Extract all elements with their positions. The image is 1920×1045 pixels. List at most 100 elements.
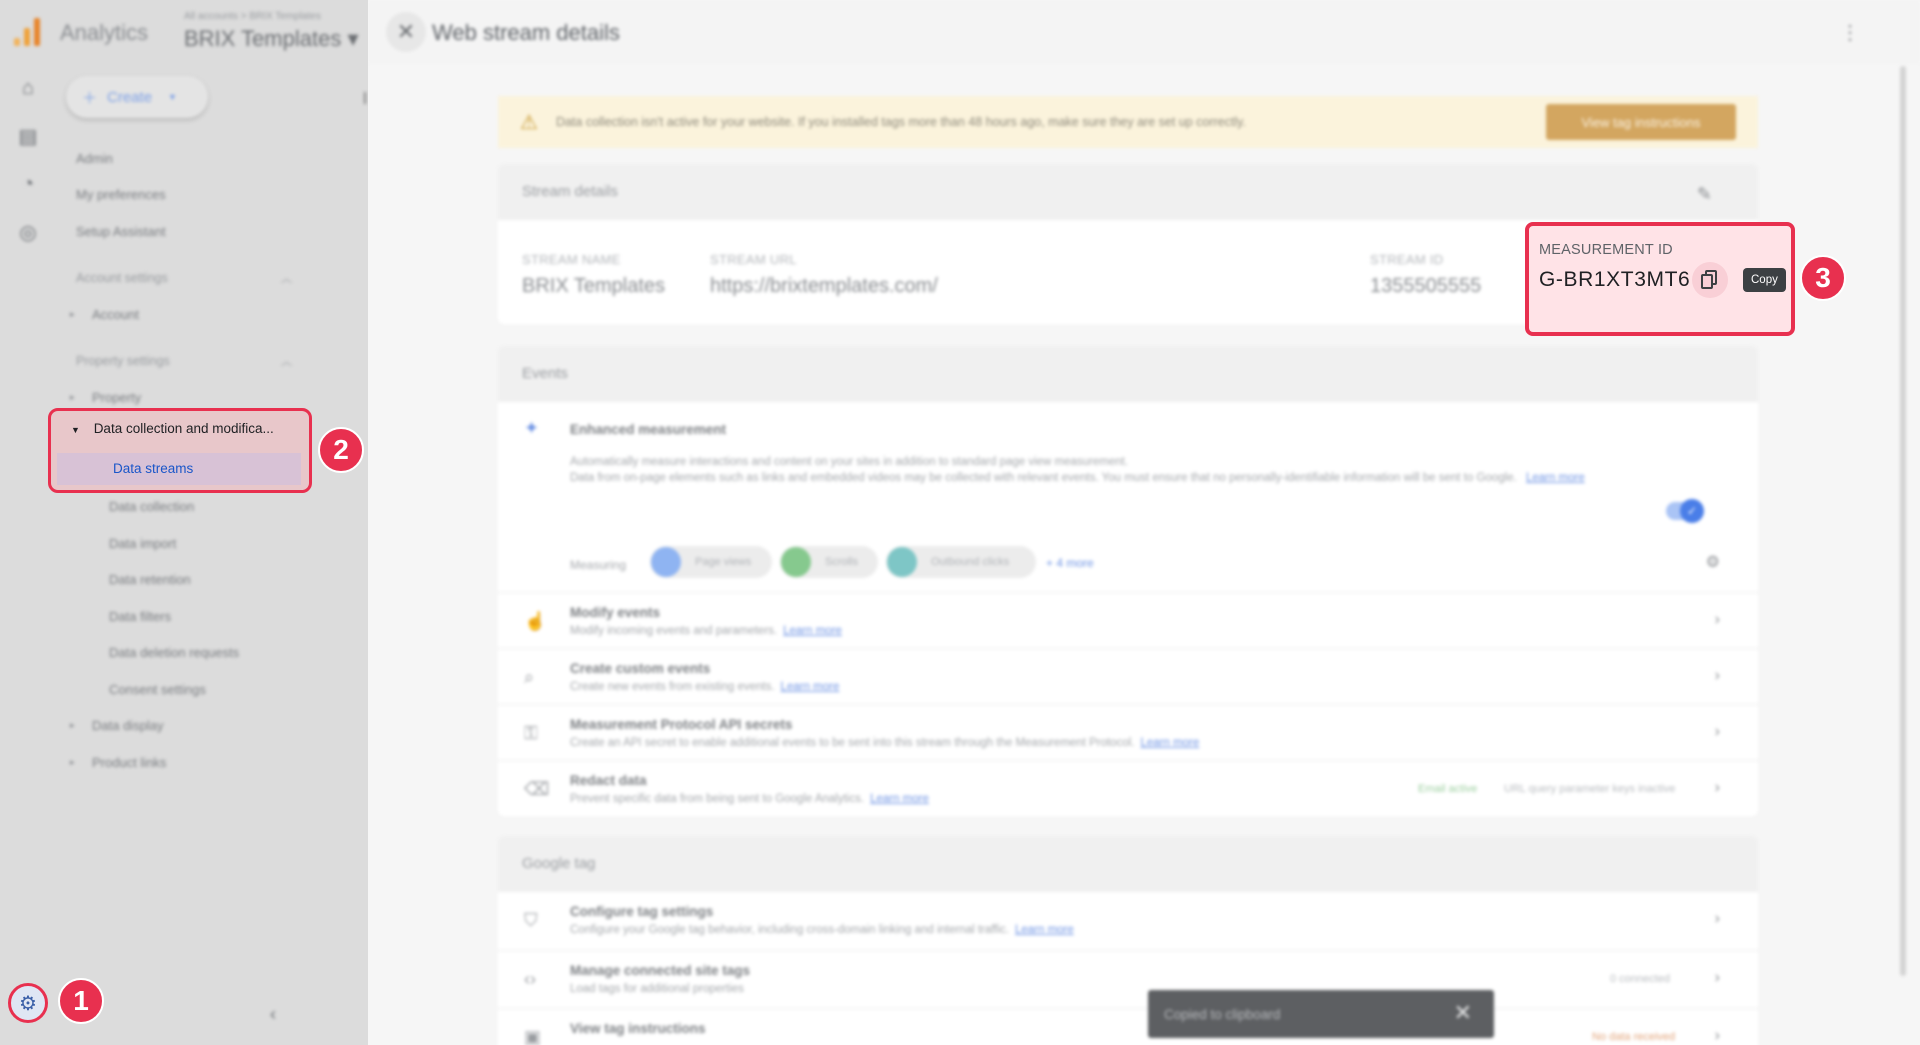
data-display-label: Data display (92, 718, 164, 734)
chevron-right-icon: › (1714, 611, 1720, 628)
breadcrumb[interactable]: All accounts > BRIX Templates (184, 11, 321, 22)
chip-label: Page views (695, 556, 752, 568)
drawer-title: Web stream details (432, 20, 620, 45)
code-icon: ‹› (524, 969, 536, 989)
measurement-id-value[interactable]: G-BR1XT3MT6 (1539, 268, 1690, 292)
stream-id-field: STREAM ID 1355505555 (1370, 252, 1481, 298)
enhanced-measurement-toggle[interactable]: ✓ (1666, 499, 1704, 523)
chip-outbound-clicks[interactable]: Outbound clicks (886, 546, 1036, 578)
magic-icon: ⌕ (524, 667, 535, 687)
nav-item-consent-settings[interactable]: Consent settings (56, 671, 368, 708)
manage-connected-site-tags-row[interactable]: ‹› Manage connected site tags Load tags … (498, 950, 1758, 1008)
row-desc: Modify incoming events and parameters. Le… (570, 625, 842, 637)
close-icon[interactable]: ✕ (386, 12, 426, 52)
url-query-tag: URL query parameter keys inactive (1504, 783, 1676, 795)
learn-more-link[interactable]: Learn more (1140, 737, 1199, 749)
instructions-icon: ▣ (524, 1027, 542, 1045)
account-label: Account (92, 306, 139, 322)
stream-url-field: STREAM URL https://brixtemplates.com/ (710, 252, 938, 298)
warning-text: Data collection isn't active for your we… (555, 115, 1246, 129)
row-desc-text: Prevent specific data from being sent to… (570, 793, 865, 805)
row-title: View tag instructions (570, 1021, 706, 1036)
close-icon[interactable]: ✕ (1454, 1000, 1472, 1026)
copy-icon[interactable] (1692, 262, 1728, 298)
row-desc: Create new events from existing events. L… (570, 681, 839, 693)
modify-events-row[interactable]: ☝ Modify events Modify incoming events a… (498, 592, 1758, 648)
stream-id-label: STREAM ID (1370, 252, 1444, 267)
row-desc-text: Modify incoming events and parameters. (570, 625, 778, 637)
property-settings-section[interactable]: Property settings ︿ (56, 343, 368, 380)
google-tag-card: Google tag ⛉ Configure tag settings Conf… (498, 836, 1758, 1045)
measurement-id-highlight: MEASUREMENT ID G-BR1XT3MT6 Copy (1525, 222, 1795, 336)
collapse-nav-icon[interactable]: ‹ (270, 1004, 276, 1025)
more-options-icon[interactable]: ⋮ (1840, 20, 1860, 45)
learn-more-link[interactable]: Learn more (781, 681, 840, 693)
nav-item-data-collection[interactable]: Data collection (56, 489, 368, 526)
row-desc: Load tags for additional properties (570, 983, 744, 995)
row-title: Create custom events (570, 661, 711, 676)
learn-more-link[interactable]: Learn more (1526, 472, 1585, 484)
learn-more-link[interactable]: Learn more (870, 793, 929, 805)
check-icon: ✓ (1680, 499, 1704, 523)
configure-tag-settings-row[interactable]: ⛉ Configure tag settings Configure your … (498, 892, 1758, 950)
tag-icon: ⛉ (524, 910, 538, 930)
drawer-header: ✕ Web stream details ⋮ (368, 0, 1920, 64)
create-label: Create (107, 88, 153, 106)
nav-item-data-display[interactable]: ▸ Data display (56, 708, 368, 745)
connected-count: 0 connected (1610, 973, 1670, 985)
admin-gear-icon[interactable]: ⚙ (8, 983, 48, 1023)
advertising-icon[interactable]: ◎ (0, 208, 56, 256)
row-desc: Configure your Google tag behavior, incl… (570, 924, 1074, 936)
home-icon[interactable]: ⌂ (0, 64, 56, 112)
nav-item-data-filters[interactable]: Data filters (56, 598, 368, 635)
outbound-click-icon (887, 547, 917, 577)
edit-pencil-icon[interactable]: ✎ (1697, 166, 1712, 222)
step-badge-3: 3 (1800, 255, 1846, 301)
nav-rail: ⌂ ▤ ◔ ◎ (0, 64, 56, 256)
hand-touch-icon: ☝ (524, 611, 547, 631)
data-collection-group-label: Data collection and modifica... (93, 421, 274, 436)
create-custom-events-row[interactable]: ⌕ Create custom events Create new events… (498, 648, 1758, 704)
caret-down-icon: ▼ (71, 425, 80, 435)
learn-more-link[interactable]: Learn more (783, 625, 842, 637)
settings-gear-icon[interactable]: ⚙ (1706, 552, 1720, 572)
redact-data-row[interactable]: ⌫ Redact data Prevent specific data from… (498, 760, 1758, 816)
account-settings-section[interactable]: Account settings ︿ (56, 260, 368, 297)
nav-item-setup-assistant[interactable]: Setup Assistant (56, 213, 368, 250)
chip-scrolls[interactable]: Scrolls (780, 546, 878, 578)
no-data-status: No data received (1592, 1031, 1676, 1043)
nav-item-data-import[interactable]: Data import (56, 525, 368, 562)
sparkle-icon: ✦ (524, 418, 540, 438)
events-heading: Events (498, 346, 1758, 402)
view-tag-instructions-button[interactable]: View tag instructions (1546, 104, 1736, 140)
scrollbar[interactable] (1900, 66, 1906, 976)
chevron-right-icon: › (1714, 969, 1720, 986)
create-button[interactable]: ＋ Create ▼ (66, 76, 208, 118)
learn-more-link[interactable]: Learn more (1015, 924, 1074, 936)
plus-icon: ＋ (82, 89, 98, 107)
nav-item-data-deletion-requests[interactable]: Data deletion requests (56, 635, 368, 672)
resize-handle[interactable] (364, 92, 366, 104)
caret-right-icon: ▸ (70, 756, 75, 767)
property-selector[interactable]: BRIX Templates ▾ (184, 26, 359, 52)
nav-item-data-retention[interactable]: Data retention (56, 562, 368, 599)
measurement-protocol-row[interactable]: ⚿ Measurement Protocol API secrets Creat… (498, 704, 1758, 760)
nav-item-account[interactable]: ▸ Account (56, 296, 368, 333)
scroll-icon (781, 547, 811, 577)
row-title: Redact data (570, 773, 647, 788)
view-tag-instructions-row[interactable]: ▣ View tag instructions No data received… (498, 1008, 1758, 1045)
nav-item-data-collection-group[interactable]: ▼ Data collection and modifica... (71, 421, 274, 436)
nav-item-my-preferences[interactable]: My preferences (56, 177, 368, 214)
chevron-up-icon: ︿ (281, 355, 292, 368)
more-chips-link[interactable]: + 4 more (1046, 556, 1094, 570)
step-badge-1: 1 (58, 978, 104, 1024)
nav-item-product-links[interactable]: ▸ Product links (56, 744, 368, 781)
chip-page-views[interactable]: Page views (650, 546, 772, 578)
reports-icon[interactable]: ▤ (0, 112, 56, 160)
nav-item-admin[interactable]: Admin (56, 140, 368, 177)
stream-id-value: 1355505555 (1370, 275, 1482, 297)
warning-banner: ⚠ Data collection isn't active for your … (498, 96, 1758, 148)
nav-item-data-streams[interactable]: Data streams (57, 453, 301, 485)
explore-icon[interactable]: ◔ (0, 160, 56, 208)
google-tag-heading: Google tag (498, 836, 1758, 892)
